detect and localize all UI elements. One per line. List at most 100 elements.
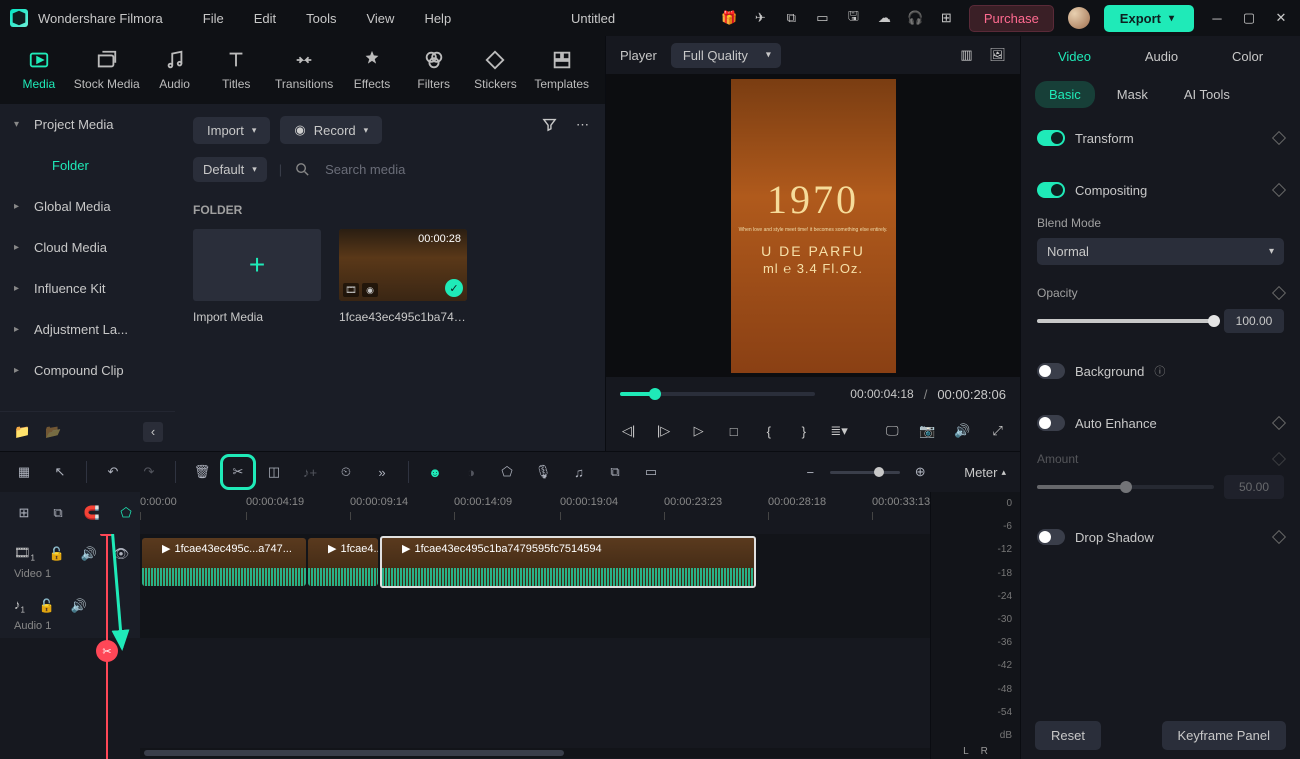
speed-icon[interactable]: ⏲ <box>336 462 356 482</box>
layout-icon[interactable]: ≣▾ <box>830 422 847 440</box>
remove-folder-icon[interactable]: 📂 <box>45 423 62 440</box>
collapse-sidebar-button[interactable]: ‹ <box>143 422 163 442</box>
display-icon[interactable]: 🖵 <box>884 422 901 440</box>
tab-titles[interactable]: Titles <box>205 41 267 99</box>
menu-help[interactable]: Help <box>410 5 465 32</box>
split-marker-icon[interactable]: ✂ <box>96 640 118 662</box>
gift-icon[interactable]: 🎁 <box>721 10 738 27</box>
marker-icon[interactable]: ⬠ <box>497 462 517 482</box>
sidebar-influence-kit[interactable]: ▸Influence Kit <box>0 268 175 309</box>
camera-icon[interactable]: ⧉ <box>783 10 800 27</box>
export-button[interactable]: Export ▾ <box>1104 5 1194 32</box>
time-ruler[interactable]: 0:00:0000:00:04:1900:00:09:1400:00:14:09… <box>140 492 1020 534</box>
props-tab-color[interactable]: Color <box>1218 41 1277 72</box>
menu-view[interactable]: View <box>352 5 408 32</box>
apps-icon[interactable]: ⊞ <box>938 10 955 27</box>
sidebar-cloud-media[interactable]: ▸Cloud Media <box>0 227 175 268</box>
keyframe-icon[interactable] <box>1272 286 1286 300</box>
render-icon[interactable]: ▭ <box>641 462 661 482</box>
close-button[interactable]: ✕ <box>1272 9 1290 27</box>
keyframe-panel-button[interactable]: Keyframe Panel <box>1162 721 1287 750</box>
visible-icon[interactable]: 👁 <box>111 544 131 564</box>
compare-icon[interactable]: ▥ <box>958 47 975 64</box>
sidebar-compound-clip[interactable]: ▸Compound Clip <box>0 350 175 391</box>
camera-icon[interactable]: 📷 <box>919 422 936 440</box>
filter-icon[interactable] <box>541 116 558 133</box>
blend-mode-select[interactable]: Normal ▾ <box>1037 238 1284 265</box>
sidebar-folder[interactable]: Folder <box>0 145 175 186</box>
transform-toggle[interactable] <box>1037 130 1065 146</box>
ai-icon[interactable]: ☻ <box>425 462 445 482</box>
subtab-ai-tools[interactable]: AI Tools <box>1170 81 1244 108</box>
tab-templates[interactable]: Templates <box>526 41 597 99</box>
marker-list-icon[interactable]: ⬠ <box>116 503 136 523</box>
tab-transitions[interactable]: Transitions <box>267 41 341 99</box>
link-icon[interactable]: ⧉ <box>48 503 68 523</box>
props-tab-audio[interactable]: Audio <box>1131 41 1192 72</box>
minimize-button[interactable]: ─ <box>1208 9 1226 27</box>
fullscreen-icon[interactable]: ⤢ <box>989 422 1006 440</box>
import-button[interactable]: Import▾ <box>193 117 270 144</box>
step-back-icon[interactable]: ◁| <box>620 422 637 440</box>
pointer-icon[interactable]: ↖ <box>50 462 70 482</box>
tab-media[interactable]: Media <box>8 41 70 99</box>
mixer-icon[interactable]: ⧉ <box>605 462 625 482</box>
opacity-slider[interactable] <box>1037 319 1214 323</box>
sidebar-global-media[interactable]: ▸Global Media <box>0 186 175 227</box>
mark-out-icon[interactable]: } <box>795 422 812 440</box>
step-forward-icon[interactable]: |▷ <box>655 422 672 440</box>
help-icon[interactable]: ⓘ <box>1154 363 1165 379</box>
delete-icon[interactable]: 🗑 <box>192 462 212 482</box>
sidebar-project-media[interactable]: ▾Project Media <box>0 104 175 145</box>
media-clip-tile[interactable]: 00:00:28 🎞◉ ✓ 1fcae43ec495c1ba747... <box>339 229 467 324</box>
beat-icon[interactable]: ♫ <box>569 462 589 482</box>
music-icon[interactable]: ♪+ <box>300 462 320 482</box>
split-icon[interactable]: ✂ <box>228 462 248 482</box>
mute-icon[interactable]: 🔊 <box>79 544 99 564</box>
keyframe-icon[interactable] <box>1272 183 1286 197</box>
play-icon[interactable]: ▷ <box>690 422 707 440</box>
track-edit-icon[interactable]: ⊞ <box>14 503 34 523</box>
volume-icon[interactable]: 🔊 <box>954 422 971 440</box>
send-icon[interactable]: ✈ <box>752 10 769 27</box>
cloud-icon[interactable]: ☁ <box>876 10 893 27</box>
mic-icon[interactable]: 🎙 <box>533 462 553 482</box>
keyframe-icon[interactable] <box>1272 530 1286 544</box>
video-track-body[interactable]: ▶1fcae43ec495c...a747... ▶1fcae4... ▶1fc… <box>140 534 1020 590</box>
subtab-basic[interactable]: Basic <box>1035 81 1095 108</box>
magnet-icon[interactable]: 🧲 <box>82 503 102 523</box>
user-avatar[interactable] <box>1068 7 1090 29</box>
sidebar-adjustment-layer[interactable]: ▸Adjustment La... <box>0 309 175 350</box>
player-viewport[interactable]: 1970 When love and style meet time! it b… <box>606 74 1020 377</box>
background-toggle[interactable] <box>1037 363 1065 379</box>
headphones-icon[interactable]: 🎧 <box>907 10 924 27</box>
sort-dropdown[interactable]: Default▾ <box>193 157 267 182</box>
more-icon[interactable]: ⋯ <box>574 116 591 133</box>
timeline-scrollbar[interactable] <box>140 748 930 758</box>
new-folder-icon[interactable]: 📁 <box>14 423 31 440</box>
clip-1a[interactable]: ▶1fcae43ec495c...a747... <box>142 538 306 586</box>
mute-icon[interactable]: 🔊 <box>69 596 89 616</box>
reset-button[interactable]: Reset <box>1035 721 1101 750</box>
quality-dropdown[interactable]: Full Quality ▾ <box>671 43 781 68</box>
subtab-mask[interactable]: Mask <box>1103 81 1162 108</box>
clip-2-selected[interactable]: ▶1fcae43ec495c1ba7479595fc7514594 <box>380 536 756 588</box>
zoom-out-icon[interactable]: − <box>800 462 820 482</box>
audio-track-body[interactable] <box>140 590 1020 638</box>
snapshot-icon[interactable]: 🖼 <box>989 47 1006 64</box>
more-tools-icon[interactable]: » <box>372 462 392 482</box>
search-input[interactable] <box>323 156 587 183</box>
meter-toggle[interactable]: Meter ▴ <box>964 465 1006 480</box>
tab-stickers[interactable]: Stickers <box>465 41 527 99</box>
lock-icon[interactable]: 🔓 <box>47 544 67 564</box>
crop-icon[interactable]: ◫ <box>264 462 284 482</box>
menu-file[interactable]: File <box>189 5 238 32</box>
zoom-in-icon[interactable]: ⊕ <box>910 462 930 482</box>
import-media-tile[interactable]: + Import Media <box>193 229 321 324</box>
props-tab-video[interactable]: Video <box>1044 41 1105 72</box>
maximize-button[interactable]: ▢ <box>1240 9 1258 27</box>
stop-icon[interactable]: □ <box>725 422 742 440</box>
keyframe-icon[interactable] <box>1272 131 1286 145</box>
menu-edit[interactable]: Edit <box>240 5 290 32</box>
tab-stock-media[interactable]: Stock Media <box>70 41 144 99</box>
